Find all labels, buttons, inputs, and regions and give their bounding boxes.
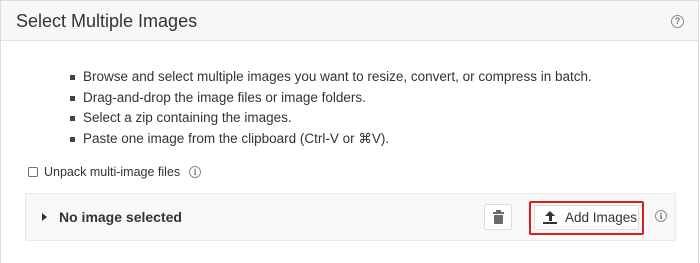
instructions-list: Browse and select multiple images you wa… bbox=[70, 67, 592, 149]
add-images-button[interactable]: Add Images bbox=[534, 205, 639, 230]
trash-body bbox=[494, 215, 503, 224]
info-icon[interactable]: i bbox=[189, 166, 202, 178]
instruction-item: Browse and select multiple images you wa… bbox=[70, 67, 592, 88]
unpack-label[interactable]: Unpack multi-image files bbox=[44, 165, 180, 179]
instruction-item: Select a zip containing the images. bbox=[70, 108, 592, 129]
selection-status: No image selected bbox=[59, 209, 182, 225]
panel-header: Select Multiple Images ? bbox=[1, 1, 698, 41]
help-icon[interactable]: ? bbox=[671, 15, 684, 28]
add-images-label: Add Images bbox=[565, 210, 638, 225]
instruction-text: Browse and select multiple images you wa… bbox=[83, 69, 592, 84]
panel-title: Select Multiple Images bbox=[16, 11, 198, 31]
unpack-option: Unpack multi-image files i bbox=[28, 163, 202, 181]
instruction-text: Paste one image from the clipboard (Ctrl… bbox=[83, 130, 390, 146]
bullet-icon bbox=[70, 95, 75, 101]
unpack-checkbox[interactable] bbox=[28, 167, 38, 177]
file-list-bar: No image selected Add Images i bbox=[25, 193, 676, 241]
bullet-icon bbox=[70, 116, 75, 121]
instruction-item: Drag-and-drop the image files or image f… bbox=[70, 88, 592, 109]
instruction-text: Drag-and-drop the image files or image f… bbox=[83, 89, 366, 105]
bullet-icon bbox=[70, 136, 75, 142]
delete-button[interactable] bbox=[484, 204, 512, 230]
instruction-text: Select a zip containing the images. bbox=[83, 110, 292, 125]
expand-caret-icon[interactable] bbox=[42, 213, 47, 221]
info-icon[interactable]: i bbox=[655, 210, 667, 222]
upload-icon bbox=[543, 211, 557, 225]
trash-lid bbox=[493, 212, 504, 214]
instruction-item: Paste one image from the clipboard (Ctrl… bbox=[70, 129, 592, 150]
bullet-icon bbox=[70, 75, 75, 80]
select-images-panel: Select Multiple Images ? Browse and sele… bbox=[0, 0, 699, 263]
